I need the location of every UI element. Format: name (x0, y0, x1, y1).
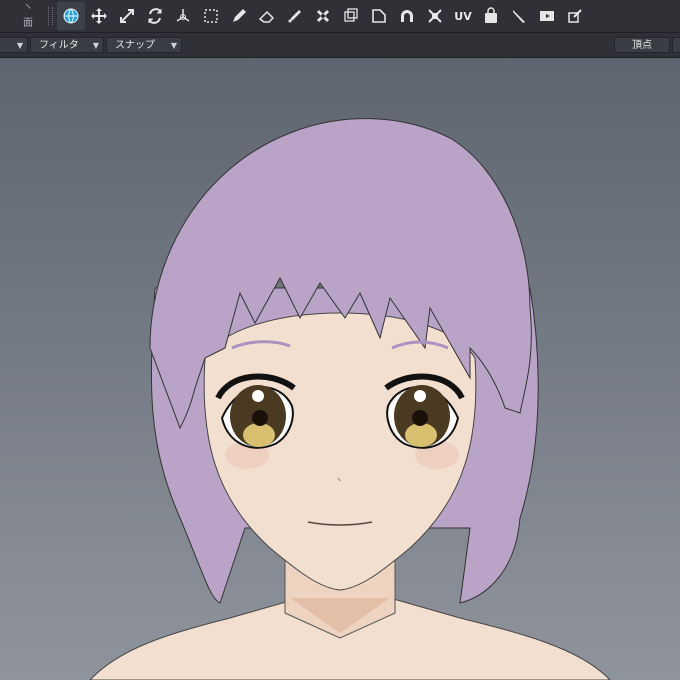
knife-icon[interactable] (505, 2, 533, 30)
filter-label: フィルタ (39, 40, 79, 51)
scale-icon[interactable] (113, 2, 141, 30)
3d-viewport[interactable] (0, 58, 680, 680)
secondary-toolbar: ▼ フィルタ ▼ スナップ ▼ 頂点 (0, 33, 680, 58)
next-mode-button[interactable] (672, 37, 680, 53)
uv-label: UV (454, 9, 472, 23)
chevron-down-icon: ▼ (92, 41, 99, 50)
chevron-down-icon: ▼ (16, 41, 23, 50)
right-iris-highlight (405, 423, 437, 447)
collapse-icon[interactable] (421, 2, 449, 30)
box-icon[interactable] (337, 2, 365, 30)
weld-icon[interactable] (309, 2, 337, 30)
left-iris-highlight (243, 423, 275, 447)
filter-dropdown[interactable]: フィルタ ▼ (30, 37, 104, 53)
rotate-icon[interactable] (141, 2, 169, 30)
mode-dropdown[interactable]: ▼ (0, 37, 28, 53)
top-toolbar: ヽ 面 UV (0, 0, 680, 33)
uv-icon[interactable]: UV (449, 2, 477, 30)
video-icon[interactable] (533, 2, 561, 30)
transform-icon[interactable] (169, 2, 197, 30)
globe-icon[interactable] (57, 2, 85, 30)
snap-label: スナップ (115, 40, 155, 51)
left-eye-shine (252, 390, 264, 402)
brush-icon[interactable] (281, 2, 309, 30)
pen-icon[interactable] (225, 2, 253, 30)
left-pupil (252, 410, 268, 426)
snap-dropdown[interactable]: スナップ ▼ (106, 37, 182, 53)
face-mode-label[interactable]: 面 (20, 18, 36, 30)
eraser-icon[interactable] (253, 2, 281, 30)
right-pupil (412, 410, 428, 426)
bag-icon[interactable] (477, 2, 505, 30)
edge-mode-icon[interactable]: ヽ (20, 2, 36, 14)
bevel-icon[interactable] (365, 2, 393, 30)
chevron-down-icon: ▼ (170, 41, 177, 50)
right-eye-shine (414, 390, 426, 402)
move-icon[interactable] (85, 2, 113, 30)
edit-icon[interactable] (561, 2, 589, 30)
arch-icon[interactable] (393, 2, 421, 30)
toolbar-grip[interactable] (48, 7, 53, 25)
marquee-select-icon[interactable] (197, 2, 225, 30)
vertex-button[interactable]: 頂点 (614, 37, 670, 53)
character-model (89, 118, 611, 680)
mode-stub: ヽ 面 (0, 0, 44, 32)
